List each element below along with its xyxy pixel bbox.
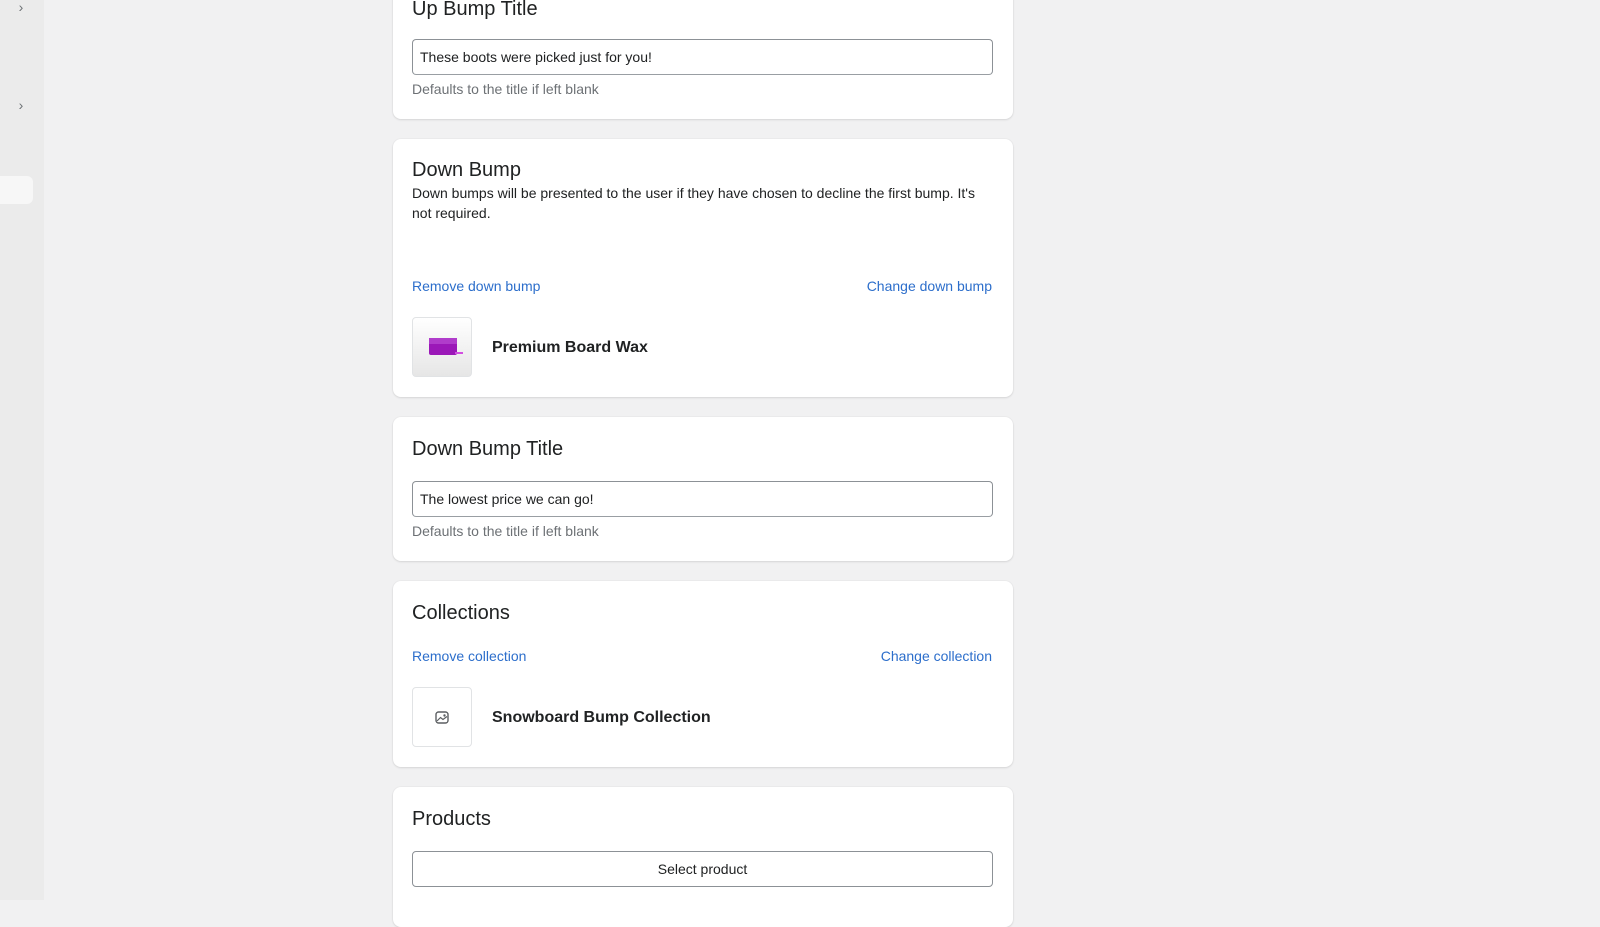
down-bump-description: Down bumps will be presented to the user… bbox=[412, 185, 975, 221]
help-text: Defaults to the title if left blank bbox=[412, 81, 599, 97]
card-title: Down Bump Title bbox=[412, 438, 564, 460]
product-thumbnail bbox=[412, 317, 472, 377]
up-bump-title-input[interactable] bbox=[412, 39, 993, 75]
chevron-right-icon[interactable]: › bbox=[14, 0, 28, 14]
card-title: Down Bump bbox=[412, 159, 521, 181]
remove-down-bump-link[interactable]: Remove down bump bbox=[412, 278, 540, 294]
chevron-right-icon[interactable]: › bbox=[14, 98, 28, 112]
board-wax-image bbox=[429, 338, 463, 355]
card-title: Up Bump Title bbox=[412, 0, 538, 20]
collections-card: Collections Remove collection Change col… bbox=[393, 581, 1013, 767]
products-card: Products Select product bbox=[393, 787, 1013, 927]
select-product-button[interactable]: Select product bbox=[412, 851, 993, 887]
card-title: Collections bbox=[412, 602, 510, 624]
down-bump-product-name[interactable]: Premium Board Wax bbox=[492, 339, 648, 357]
down-bump-title-input[interactable] bbox=[412, 481, 993, 517]
change-collection-link[interactable]: Change collection bbox=[881, 648, 992, 664]
left-sidebar: › › bbox=[0, 0, 44, 900]
image-placeholder-icon bbox=[435, 711, 449, 724]
change-down-bump-link[interactable]: Change down bump bbox=[867, 278, 992, 294]
collection-thumbnail bbox=[412, 687, 472, 747]
down-bump-card: Down Bump Down bumps will be presented t… bbox=[393, 139, 1013, 397]
card-title: Products bbox=[412, 808, 491, 830]
help-text: Defaults to the title if left blank bbox=[412, 523, 599, 539]
remove-collection-link[interactable]: Remove collection bbox=[412, 648, 526, 664]
sidebar-active-item[interactable] bbox=[0, 176, 33, 204]
up-bump-title-card: Up Bump Title Defaults to the title if l… bbox=[393, 0, 1013, 119]
collection-name[interactable]: Snowboard Bump Collection bbox=[492, 709, 711, 727]
down-bump-title-card: Down Bump Title Defaults to the title if… bbox=[393, 417, 1013, 561]
